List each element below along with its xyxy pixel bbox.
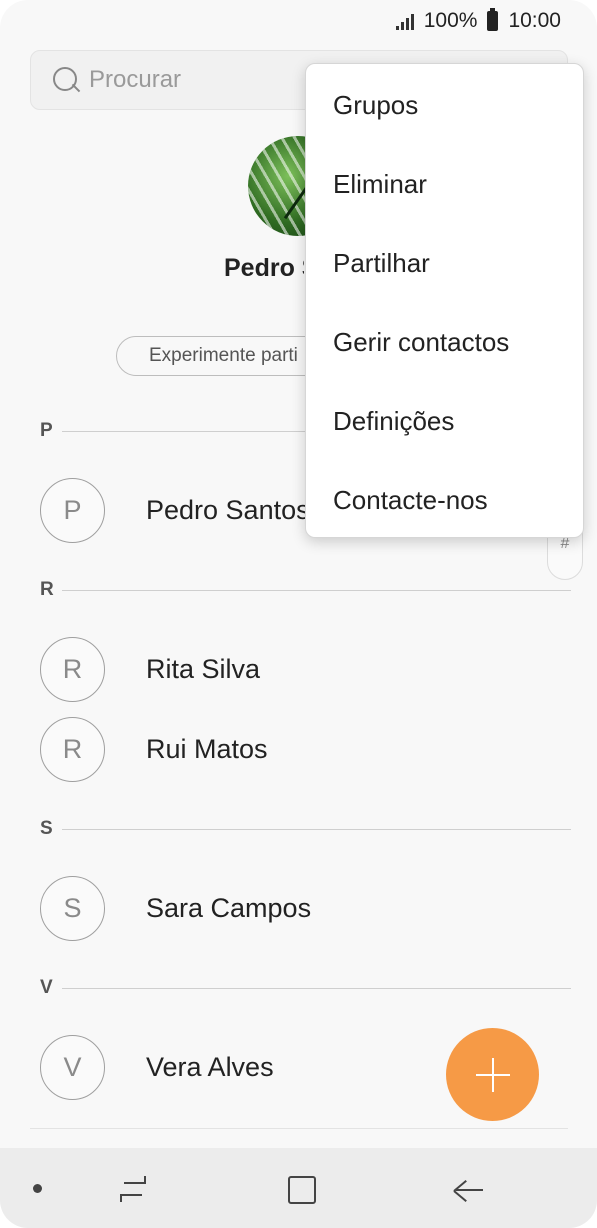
home-icon[interactable]: [288, 1176, 316, 1204]
nav-dot-icon[interactable]: [33, 1184, 42, 1193]
section-header-s: S: [40, 818, 571, 839]
search-input[interactable]: [89, 66, 289, 94]
contact-avatar: V: [40, 1034, 105, 1100]
contact-item-rita-silva[interactable]: R Rita Silva: [40, 636, 571, 702]
contact-name: Vera Alves: [146, 1051, 274, 1082]
battery-icon: [487, 8, 499, 31]
contact-name: Rita Silva: [146, 653, 261, 684]
menu-item-definicoes[interactable]: Definições: [306, 382, 583, 461]
list-bottom-divider: [30, 1128, 568, 1129]
menu-item-gerir-contactos[interactable]: Gerir contactos: [306, 303, 583, 382]
menu-item-eliminar[interactable]: Eliminar: [306, 145, 583, 224]
section-letter: S: [40, 818, 53, 839]
section-header-v: V: [40, 977, 571, 998]
section-divider: [62, 828, 571, 830]
contact-item-rui-matos[interactable]: R Rui Matos: [40, 716, 571, 782]
section-divider: [62, 589, 571, 591]
recents-icon[interactable]: [118, 1174, 148, 1204]
try-sharing-label: Experimente parti: [149, 345, 298, 366]
contact-avatar: S: [40, 875, 105, 941]
contact-name: Pedro Santos: [146, 494, 310, 525]
section-letter: R: [40, 579, 54, 600]
contact-avatar: R: [40, 716, 105, 782]
contacts-screen: 100% 10:00 Pedro S Experimente parti P P…: [0, 0, 597, 1228]
contact-avatar: P: [40, 477, 105, 543]
status-time: 10:00: [508, 9, 561, 32]
navigation-bar: [0, 1148, 597, 1228]
section-letter: V: [40, 977, 53, 998]
contact-avatar: R: [40, 636, 105, 702]
battery-percentage: 100%: [423, 9, 478, 32]
plus-icon: [475, 1057, 510, 1092]
signal-icon: [395, 12, 414, 30]
profile-name[interactable]: Pedro S: [224, 254, 304, 283]
contact-item-sara-campos[interactable]: S Sara Campos: [40, 875, 571, 941]
contact-name: Sara Campos: [146, 892, 312, 923]
menu-item-grupos[interactable]: Grupos: [306, 66, 583, 145]
menu-item-partilhar[interactable]: Partilhar: [306, 224, 583, 303]
status-bar: 100% 10:00: [0, 0, 597, 42]
add-contact-button[interactable]: [446, 1028, 539, 1121]
section-letter: P: [40, 420, 53, 441]
section-header-r: R: [40, 579, 571, 600]
options-menu: Grupos Eliminar Partilhar Gerir contacto…: [305, 63, 584, 538]
back-icon[interactable]: [453, 1176, 484, 1204]
search-icon: [51, 65, 81, 95]
menu-item-contacte-nos[interactable]: Contacte-nos: [306, 461, 583, 540]
contact-name: Rui Matos: [146, 733, 268, 764]
section-divider: [62, 987, 571, 989]
